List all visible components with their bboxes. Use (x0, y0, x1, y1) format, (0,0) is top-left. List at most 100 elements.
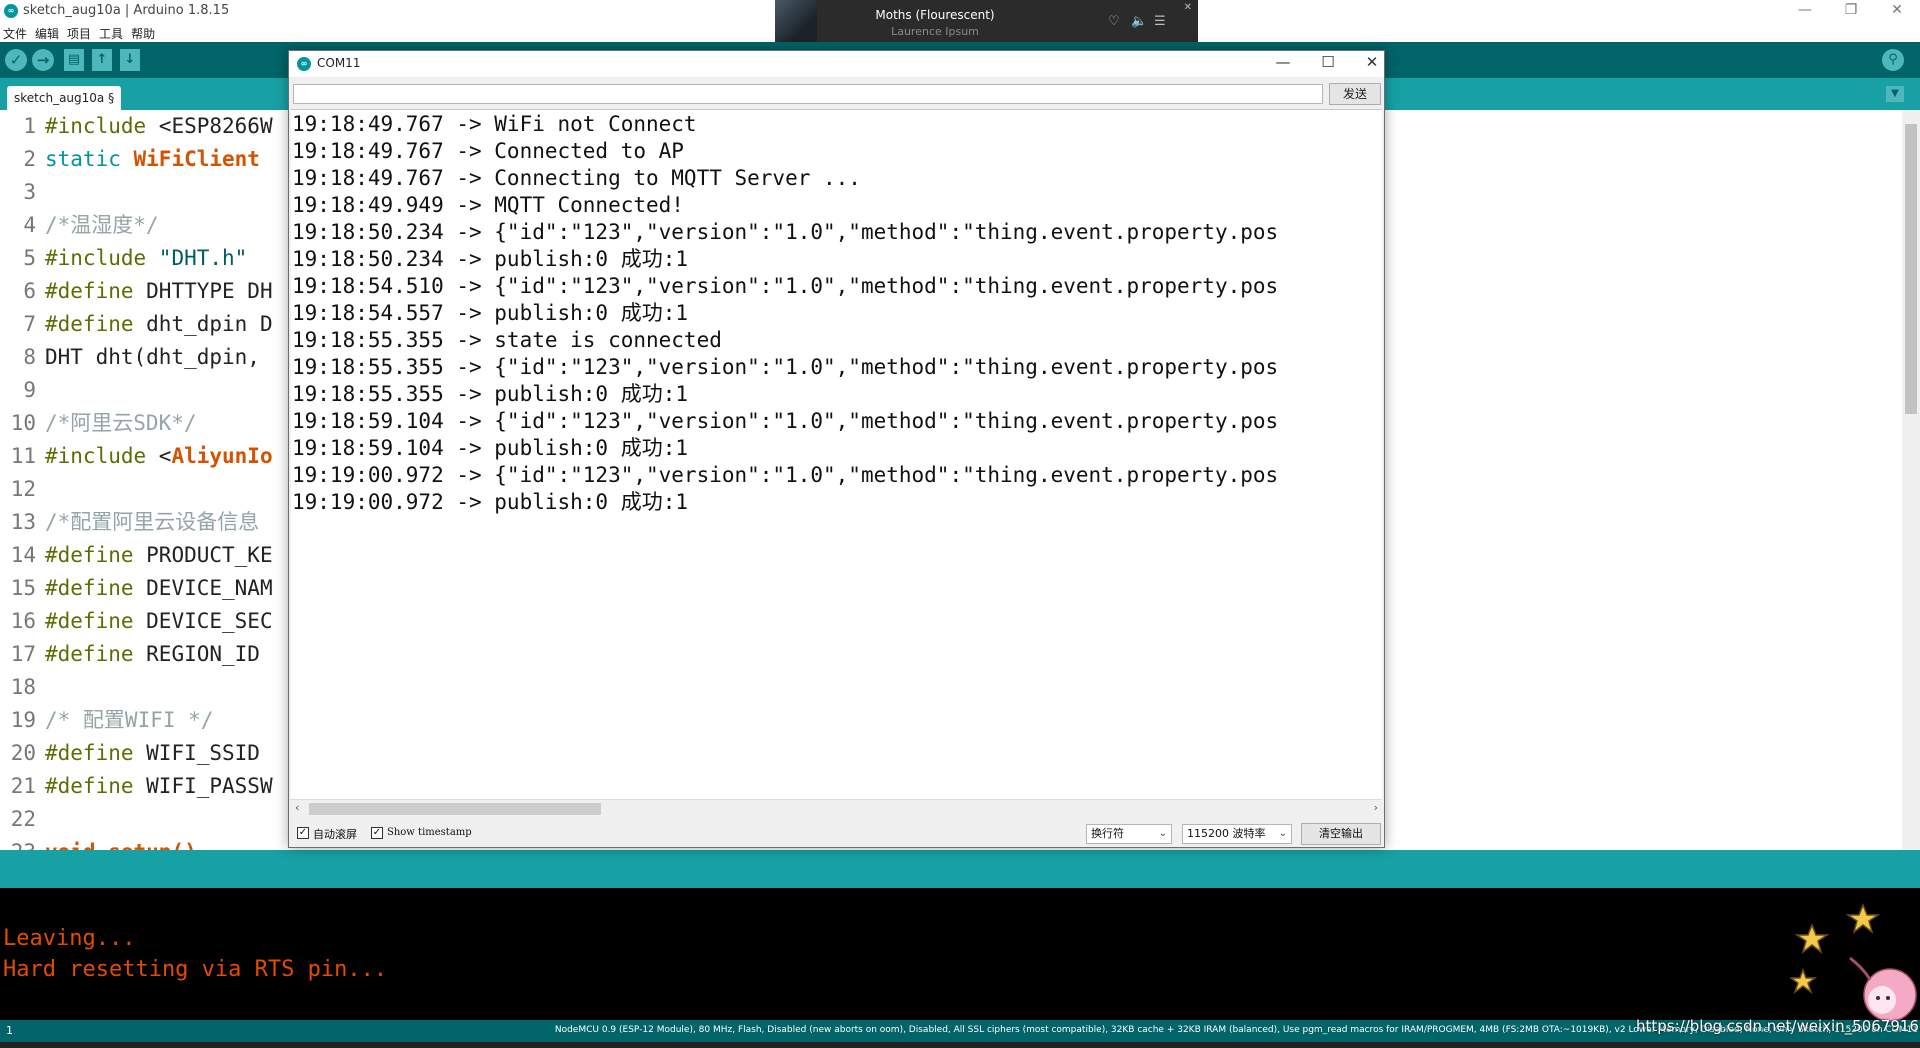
song-title: Moths (Flourescent) (875, 8, 995, 22)
album-art (775, 0, 817, 42)
code-line: #define WIFI_SSID (45, 737, 273, 770)
code-line: #define DEVICE_SEC (45, 605, 273, 638)
bottom-strip (0, 1042, 1920, 1048)
media-close-icon[interactable]: ✕ (1184, 2, 1192, 13)
line-ending-select[interactable]: 换行符 ⌄ (1086, 824, 1172, 844)
line-number: 1 (23, 114, 36, 138)
line-ending-value: 换行符 (1091, 827, 1124, 840)
line-number: 9 (23, 378, 36, 402)
serial-output-line: 19:18:54.557 -> publish:0 成功:1 (292, 301, 689, 325)
serial-title: COM11 (317, 56, 361, 70)
line-number: 2 (23, 147, 36, 171)
code-line: #include "DHT.h" (45, 242, 247, 275)
autoscroll-label: 自动滚屏 (313, 828, 357, 841)
line-number: 18 (10, 675, 36, 699)
new-sketch-button[interactable]: ▤ (64, 49, 84, 71)
editor-scrollbar[interactable] (1902, 110, 1920, 850)
editor-console-divider[interactable] (0, 850, 1920, 888)
code-token: #define (45, 642, 134, 666)
status-bar: 1 NodeMCU 0.9 (ESP-12 Module), 80 MHz, F… (0, 1020, 1920, 1042)
menu-file[interactable]: 文件 (0, 22, 31, 42)
serial-output[interactable]: 19:18:49.767 -> WiFi not Connect 19:18:49… (291, 109, 1382, 799)
open-button[interactable]: ↑ (92, 49, 112, 71)
code-token: DEVICE_SEC (133, 609, 273, 633)
serial-output-line: 19:19:00.972 -> publish:0 成功:1 (292, 490, 689, 514)
serial-output-line: 19:18:49.949 -> MQTT Connected! (292, 193, 684, 217)
serial-monitor-button[interactable]: ⚲ (1882, 49, 1904, 71)
playlist-icon[interactable]: ☰ (1154, 14, 1166, 29)
line-number: 12 (10, 477, 36, 501)
menu-tools[interactable]: 工具 (95, 22, 127, 42)
code-token: #include (45, 246, 147, 270)
code-token: /*温湿度*/ (45, 213, 159, 237)
mascot-sticker-image (1790, 902, 1917, 1022)
close-icon[interactable]: ✕ (1874, 0, 1920, 22)
media-widget: Moths (Flourescent) Laurence Ipsum ♡ 🔈 ☰… (775, 0, 1198, 42)
code-token: DEVICE_NAM (133, 576, 273, 600)
scroll-right-icon[interactable]: › (1374, 801, 1378, 814)
clear-output-button[interactable]: 清空输出 (1301, 823, 1381, 845)
serial-output-line: 19:18:49.767 -> WiFi not Connect (292, 112, 697, 136)
autoscroll-checkbox[interactable]: ✓ (297, 827, 309, 839)
code-token: WIFI_PASSW (133, 774, 273, 798)
tab-sketch[interactable]: sketch_aug10a § (7, 86, 122, 110)
serial-output-line: 19:18:55.355 -> state is connected (292, 328, 722, 352)
save-button[interactable]: ↓ (120, 49, 140, 71)
menu-help[interactable]: 帮助 (127, 22, 159, 42)
code-token: #include (45, 444, 147, 468)
code-line: /*阿里云SDK*/ (45, 407, 197, 440)
serial-close-icon[interactable]: ✕ (1357, 53, 1387, 71)
status-line-number: 1 (6, 1024, 13, 1037)
song-artist: Laurence Ipsum (891, 25, 979, 38)
volume-icon[interactable]: 🔈 (1131, 14, 1147, 29)
code-line: /*配置阿里云设备信息 (45, 506, 259, 539)
menu-sketch[interactable]: 项目 (63, 22, 95, 42)
serial-output-line: 19:18:59.104 -> {"id":"123","version":"1… (292, 409, 1279, 433)
heart-icon[interactable]: ♡ (1108, 14, 1120, 29)
code-line: /*温湿度*/ (45, 209, 159, 242)
send-input[interactable] (293, 84, 1323, 104)
code-token: DHTTYPE DH (133, 279, 273, 303)
code-token: /* 配置WIFI */ (45, 708, 214, 732)
scroll-left-icon[interactable]: ‹ (295, 801, 299, 814)
hscroll-thumb[interactable] (309, 803, 601, 815)
serial-output-line: 19:18:50.234 -> {"id":"123","version":"1… (292, 220, 1279, 244)
timestamp-checkbox[interactable]: ✓ (371, 827, 383, 839)
line-number: 10 (10, 411, 36, 435)
send-button[interactable]: 发送 (1329, 83, 1381, 105)
minimize-icon[interactable]: — (1782, 0, 1828, 22)
code-token: #define (45, 774, 134, 798)
output-hscrollbar[interactable]: ‹ › (291, 799, 1382, 817)
line-number: 8 (23, 345, 36, 369)
menu-edit[interactable]: 编辑 (31, 22, 63, 42)
console-line: Leaving... (3, 926, 136, 951)
code-token: static (45, 147, 121, 171)
verify-button[interactable]: ✓ (5, 49, 27, 71)
line-number: 15 (10, 576, 36, 600)
watermark-text: https://blog.csdn.net/weixin_50679163 (1636, 1017, 1920, 1035)
arduino-logo-icon: ∞ (4, 4, 18, 18)
code-line: #define DHTTYPE DH (45, 275, 273, 308)
line-number: 5 (23, 246, 36, 270)
code-line: /* 配置WIFI */ (45, 704, 213, 737)
code-token: /*阿里云SDK*/ (45, 411, 197, 435)
baud-select[interactable]: 115200 波特率 ⌄ (1182, 824, 1292, 844)
upload-button[interactable]: → (32, 49, 54, 71)
editor-scroll-thumb[interactable] (1905, 124, 1917, 414)
send-row: 发送 (289, 77, 1384, 107)
chevron-down-icon: ⌄ (1158, 828, 1167, 839)
line-number: 17 (10, 642, 36, 666)
timestamp-label: Show timestamp (387, 827, 472, 838)
line-number: 13 (10, 510, 36, 534)
serial-title-bar: ∞ COM11 — ☐ ✕ (289, 51, 1384, 77)
code-token: #define (45, 576, 134, 600)
tab-menu-icon[interactable]: ▼ (1886, 86, 1904, 102)
code-line: #define WIFI_PASSW (45, 770, 273, 803)
code-token: #define (45, 609, 134, 633)
serial-minimize-icon[interactable]: — (1268, 53, 1298, 71)
serial-maximize-icon[interactable]: ☐ (1313, 53, 1343, 71)
code-token: REGION_ID (133, 642, 273, 666)
arduino-logo-icon: ∞ (297, 57, 311, 71)
restore-icon[interactable]: ❐ (1828, 0, 1874, 22)
code-token: #define (45, 543, 134, 567)
